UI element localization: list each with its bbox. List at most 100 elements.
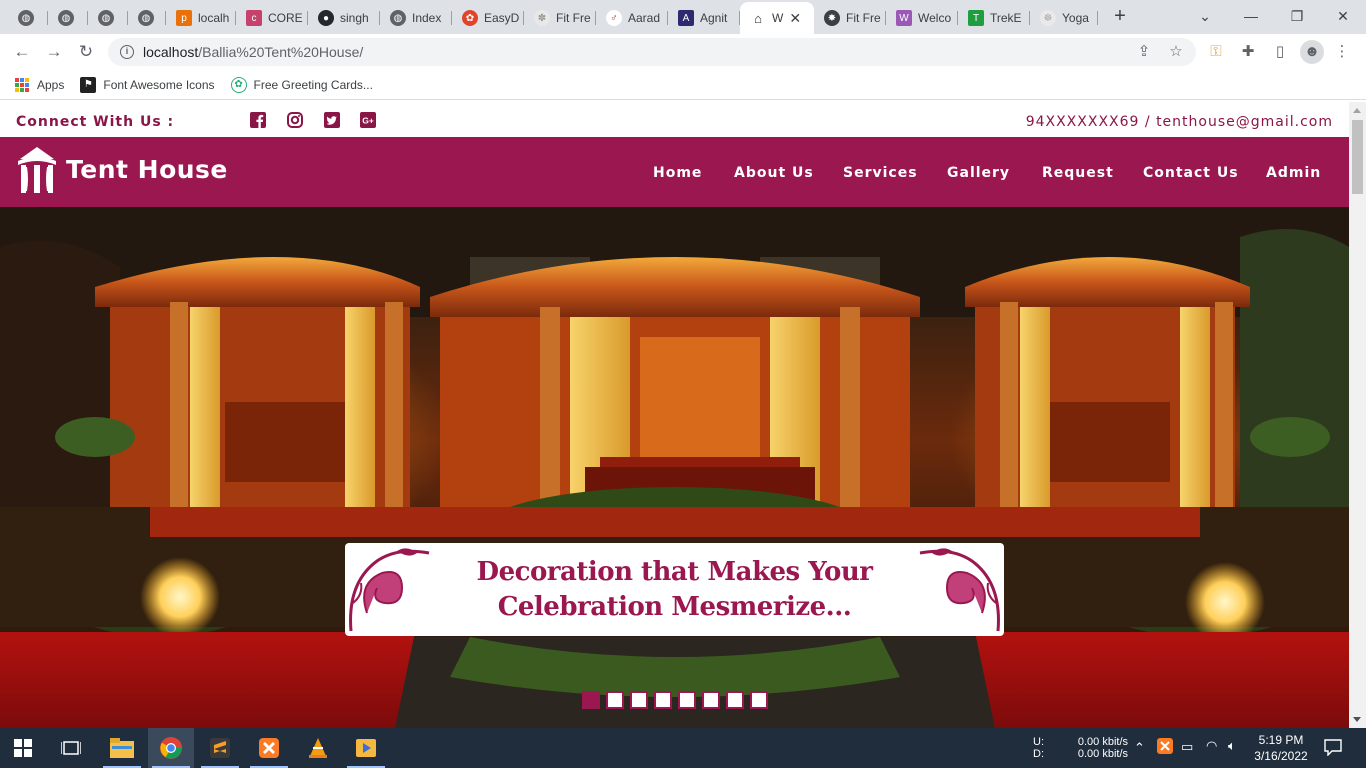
network-speed-labels: U: D:	[1033, 736, 1044, 760]
browser-tab[interactable]: ☸ Yoga	[1030, 4, 1098, 32]
card-icon: ✿	[230, 76, 247, 93]
easyd-icon: ✿	[462, 10, 478, 26]
svg-text:G+: G+	[362, 116, 374, 126]
scroll-down-arrow-icon[interactable]	[1353, 717, 1361, 722]
browser-tab[interactable]: p localh	[166, 4, 236, 32]
xampp-tray-icon[interactable]	[1157, 738, 1173, 757]
scrollbar-thumb[interactable]	[1352, 120, 1363, 194]
hero-caption-box: Decoration that Makes Your Celebration M…	[345, 543, 1004, 636]
profile-avatar-icon[interactable]: ☻	[1300, 40, 1324, 64]
scroll-up-arrow-icon[interactable]	[1353, 108, 1361, 113]
browser-tab[interactable]: ◍ Index	[380, 4, 452, 32]
system-clock[interactable]: 5:19 PM 3/16/2022	[1250, 732, 1312, 764]
instagram-icon[interactable]	[287, 112, 303, 128]
browser-tab[interactable]: c CORE	[236, 4, 308, 32]
carousel-indicators	[582, 691, 774, 709]
restore-icon[interactable]: ❐	[1282, 4, 1312, 28]
nav-about-us[interactable]: About Us	[734, 165, 814, 181]
welco-icon: W	[896, 10, 912, 26]
bookmark-greeting-cards[interactable]: ✿ Free Greeting Cards...	[230, 76, 373, 93]
forward-icon[interactable]: →	[42, 40, 66, 64]
carousel-indicator-2[interactable]	[606, 691, 624, 709]
bookmark-star-icon[interactable]: ☆	[1164, 40, 1188, 64]
globe-icon: ◍	[98, 10, 114, 26]
browser-tab[interactable]: A Agnit	[668, 4, 740, 32]
browser-tab[interactable]: ◍	[128, 4, 166, 32]
extensions-puzzle-icon[interactable]: ✚	[1236, 40, 1260, 64]
nav-services[interactable]: Services	[843, 165, 918, 181]
close-window-icon[interactable]: ✕	[1328, 4, 1358, 28]
back-icon[interactable]: ←	[10, 40, 34, 64]
carousel-indicator-8[interactable]	[750, 691, 768, 709]
globe-icon: ◍	[138, 10, 154, 26]
browser-tab[interactable]: ◍	[48, 4, 88, 32]
windows-taskbar: U: D: 0.00 kbit/s 0.00 kbit/s ⌃ ▭ ◠ 🔈︎ 5…	[0, 728, 1366, 768]
hero-carousel[interactable]: Decoration that Makes Your Celebration M…	[0, 207, 1349, 728]
twitter-icon[interactable]	[324, 112, 340, 128]
vlc-icon[interactable]	[295, 728, 341, 768]
new-tab-button[interactable]: +	[1108, 5, 1132, 28]
carousel-indicator-5[interactable]	[678, 691, 696, 709]
site-topbar: Connect With Us : G+ 94XXXXXXX69 / tenth…	[0, 102, 1349, 137]
show-hidden-icons-icon[interactable]: ⌃	[1134, 740, 1145, 756]
tent-icon: ⌂	[750, 10, 766, 26]
battery-icon[interactable]: ▭	[1181, 739, 1193, 755]
nav-home[interactable]: Home	[653, 165, 702, 181]
browser-tab[interactable]: ✽ Fit Fre	[524, 4, 596, 32]
clock-date: 3/16/2022	[1254, 749, 1308, 763]
notifications-icon[interactable]	[1324, 738, 1342, 759]
close-tab-icon[interactable]: ✕	[789, 10, 801, 27]
carousel-indicator-4[interactable]	[654, 691, 672, 709]
chrome-icon[interactable]	[148, 728, 194, 768]
address-bar[interactable]: i localhost/Ballia%20Tent%20House/	[108, 38, 1196, 66]
sublime-text-icon[interactable]	[197, 728, 243, 768]
browser-tab[interactable]: T TrekE	[958, 4, 1030, 32]
volume-icon[interactable]: 🔈︎	[1228, 738, 1236, 754]
extension-key-icon[interactable]: ⚿	[1204, 40, 1228, 64]
xampp-icon[interactable]	[246, 728, 292, 768]
carousel-indicator-1[interactable]	[582, 691, 600, 709]
file-explorer-icon[interactable]	[99, 728, 145, 768]
browser-tab[interactable]: ♂ Aarad	[596, 4, 668, 32]
globe-icon: ◍	[390, 10, 406, 26]
carousel-indicator-7[interactable]	[726, 691, 744, 709]
brand-logo[interactable]: Tent House	[14, 145, 228, 193]
facebook-icon[interactable]	[250, 112, 266, 128]
nav-request[interactable]: Request	[1042, 165, 1114, 181]
nav-contact-us[interactable]: Contact Us	[1143, 165, 1239, 181]
browser-tab-strip: ◍ ◍ ◍ ◍ p localh c CORE ● singh ◍ Index ✿ Eas…	[0, 0, 1366, 34]
page-scrollbar[interactable]	[1349, 102, 1366, 728]
share-icon[interactable]: ⇪	[1132, 40, 1156, 64]
minimize-icon[interactable]: —	[1236, 4, 1266, 28]
hero-caption: Decoration that Makes Your Celebration M…	[345, 555, 1004, 625]
carousel-indicator-6[interactable]	[702, 691, 720, 709]
contact-info: 94XXXXXXX69 / tenthouse@gmail.com	[1025, 114, 1333, 130]
browser-tab[interactable]: ◍	[88, 4, 128, 32]
windows-start-icon[interactable]	[0, 728, 46, 768]
menu-kebab-icon[interactable]: ⋮	[1330, 40, 1354, 64]
side-panel-icon[interactable]: ▯	[1268, 40, 1292, 64]
browser-toolbar: ← → ↻ i localhost/Ballia%20Tent%20House/…	[0, 34, 1366, 70]
carousel-indicator-3[interactable]	[630, 691, 648, 709]
browser-tab[interactable]: W Welco	[886, 4, 958, 32]
google-plus-icon[interactable]: G+	[360, 112, 376, 128]
browser-tab[interactable]: ✿ EasyD	[452, 4, 524, 32]
browser-tab-active[interactable]: ⌂ W ✕	[740, 2, 814, 34]
nav-gallery[interactable]: Gallery	[947, 165, 1010, 181]
bookmark-apps[interactable]: Apps	[14, 77, 64, 93]
wifi-icon[interactable]: ◠	[1206, 738, 1217, 754]
tab-search-icon[interactable]: ⌄	[1190, 4, 1220, 28]
media-player-icon[interactable]	[343, 728, 389, 768]
globe-icon: ◍	[58, 10, 74, 26]
browser-tab[interactable]: ✸ Fit Fre	[814, 4, 886, 32]
browser-tab[interactable]: ● singh	[308, 4, 380, 32]
nav-admin[interactable]: Admin	[1266, 165, 1321, 181]
site-info-icon[interactable]: i	[120, 45, 134, 59]
task-view-icon[interactable]	[48, 728, 94, 768]
browser-tab[interactable]: ◍	[8, 4, 48, 32]
reload-icon[interactable]: ↻	[74, 40, 98, 64]
bookmark-font-awesome[interactable]: ⚑ Font Awesome Icons	[80, 76, 215, 93]
aarad-icon: ♂	[606, 10, 622, 26]
url-host: localhost	[143, 44, 199, 60]
flag-icon: ⚑	[80, 76, 97, 93]
